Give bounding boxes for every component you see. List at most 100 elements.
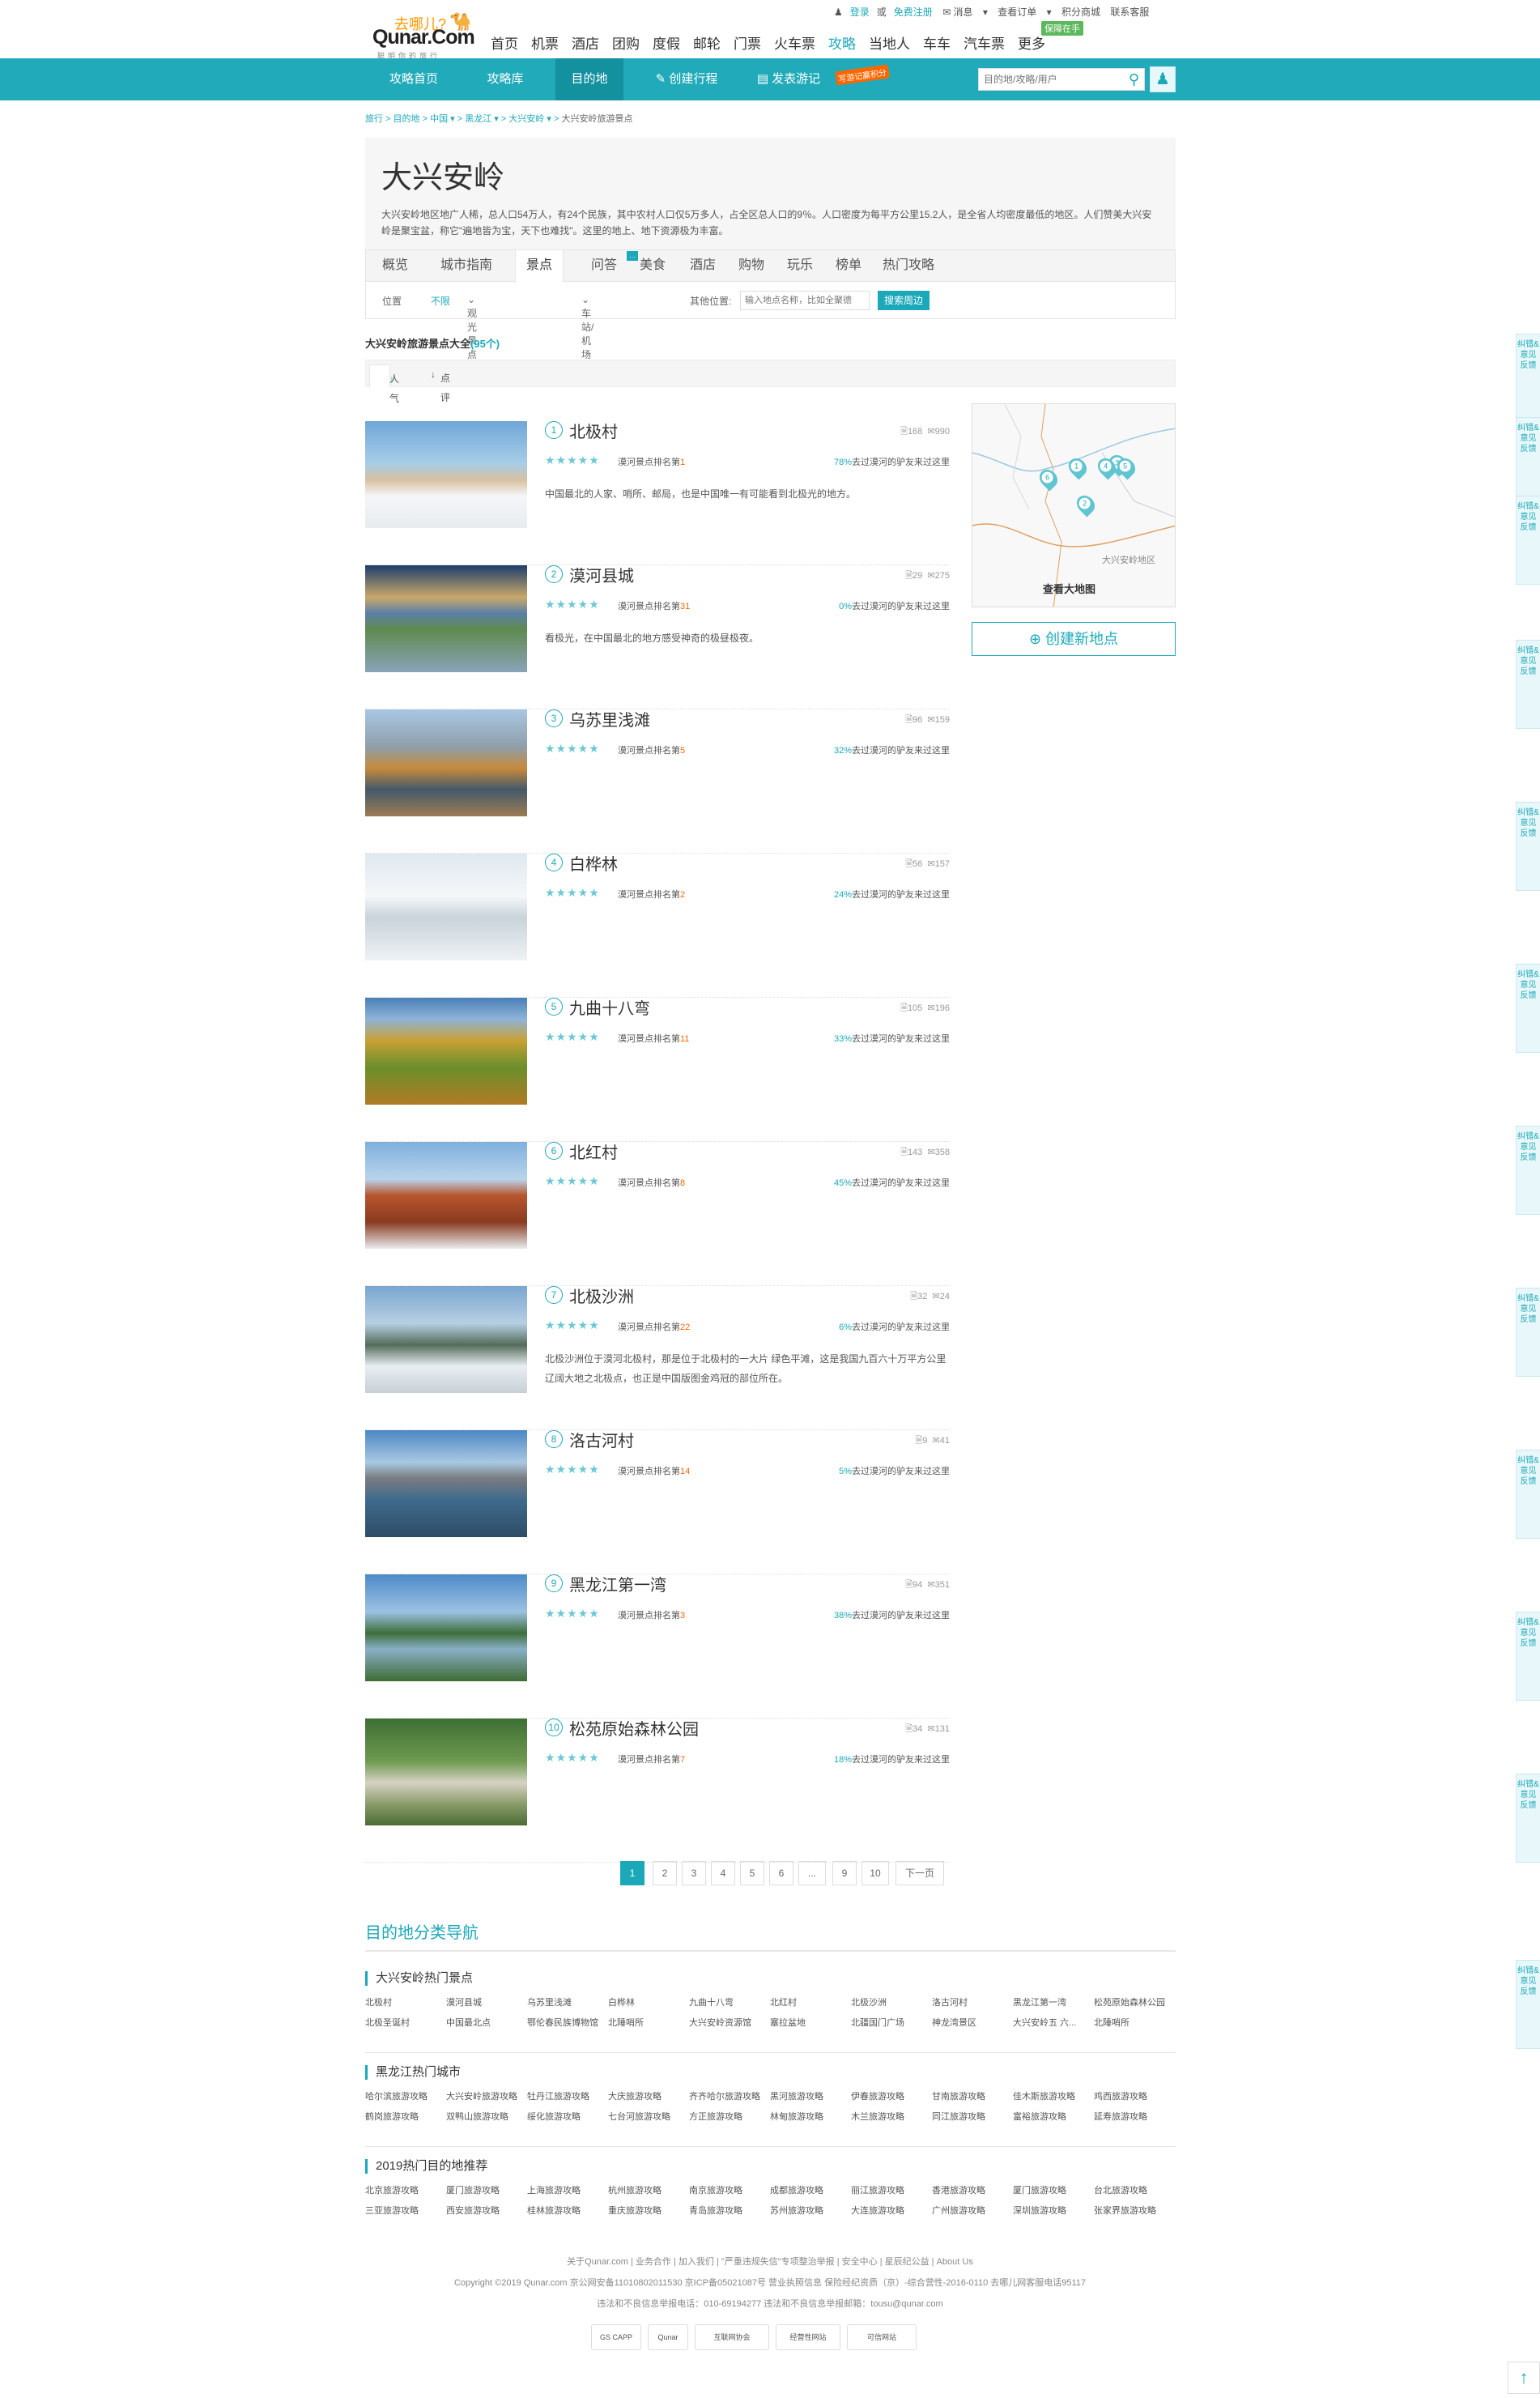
dest-nav-link[interactable]: 上海旅游攻略 <box>527 2183 606 2196</box>
dest-nav-link[interactable]: 乌苏里浅滩 <box>527 1995 606 2008</box>
dest-nav-link[interactable]: 中国最北点 <box>446 2016 525 2029</box>
dest-nav-link[interactable]: 香港旅游攻略 <box>932 2183 1011 2196</box>
dest-nav-link[interactable]: 牡丹江旅游攻略 <box>527 2089 606 2102</box>
dest-nav-link[interactable]: 北京旅游攻略 <box>365 2183 445 2196</box>
dest-nav-link[interactable]: 方正旅游攻略 <box>689 2110 768 2123</box>
nav-item[interactable]: 火车票 <box>774 32 815 53</box>
feedback-tab[interactable]: 纠错&意见反馈 <box>1516 496 1540 585</box>
orders-link[interactable]: 查看订单 ▾ <box>998 5 1051 19</box>
nav-item[interactable]: 攻略 <box>828 32 856 53</box>
tab-overview[interactable]: 概览 <box>372 250 418 281</box>
dest-nav-link[interactable]: 北陲哨所 <box>1094 2016 1173 2029</box>
nav-item[interactable]: 门票 <box>734 32 761 53</box>
dest-nav-link[interactable]: 台北旅游攻略 <box>1094 2183 1173 2196</box>
service-link[interactable]: 联系客服 <box>1110 5 1149 19</box>
dest-nav-link[interactable]: 双鸭山旅游攻略 <box>446 2110 525 2123</box>
dest-nav-link[interactable]: 神龙湾景区 <box>932 2016 1011 2029</box>
sort-popularity[interactable]: 人气 ↓ <box>369 364 399 404</box>
feedback-tab[interactable]: 纠错&意见反馈 <box>1516 964 1540 1053</box>
feedback-tab[interactable]: 纠错&意见反馈 <box>1516 1612 1540 1701</box>
footer-links[interactable]: 关于Qunar.com | 业务合作 | 加入我们 | "严重违规失信"专项整治… <box>0 2251 1540 2272</box>
dest-nav-link[interactable]: 桂林旅游攻略 <box>527 2204 606 2217</box>
create-place-button[interactable]: ⊕ 创建新地点 <box>972 622 1176 656</box>
feedback-tab[interactable]: 纠错&意见反馈 <box>1516 1288 1540 1377</box>
nav-item[interactable]: 当地人 <box>869 32 910 53</box>
subnav-destination[interactable]: 目的地 <box>555 58 623 100</box>
page-button[interactable]: 3 <box>682 1861 706 1885</box>
filter-scenic[interactable]: 观光景点 ⌄ <box>467 294 477 360</box>
page-button[interactable]: 5 <box>740 1861 764 1885</box>
nav-item[interactable]: 机票 <box>531 32 559 53</box>
dest-nav-link[interactable]: 延寿旅游攻略 <box>1094 2110 1173 2123</box>
dest-nav-link[interactable]: 北极村 <box>365 1995 445 2008</box>
sight-thumbnail[interactable] <box>365 1430 527 1537</box>
sight-name[interactable]: 九曲十八弯 <box>569 995 650 1019</box>
dest-nav-link[interactable]: 鹤岗旅游攻略 <box>365 2110 445 2123</box>
dest-nav-link[interactable]: 北红村 <box>770 1995 849 2008</box>
tab-fun[interactable]: 玩乐 <box>776 250 824 281</box>
dest-nav-link[interactable]: 北疆国门广场 <box>851 2016 930 2029</box>
feedback-tab[interactable]: 纠错&意见反馈 <box>1516 334 1540 423</box>
points-mall-link[interactable]: 积分商城 <box>1061 5 1100 19</box>
feedback-tab[interactable]: 纠错&意见反馈 <box>1516 1450 1540 1539</box>
dest-nav-link[interactable]: 甘南旅游攻略 <box>932 2089 1011 2102</box>
dest-nav-link[interactable]: 洛古河村 <box>932 1995 1011 2008</box>
dest-nav-link[interactable]: 同江旅游攻略 <box>932 2110 1011 2123</box>
tab-city-guide[interactable]: 城市指南 <box>428 250 505 281</box>
view-big-map-link[interactable]: 查看大地图 <box>1043 581 1095 596</box>
dest-nav-link[interactable]: 黑河旅游攻略 <box>770 2089 849 2102</box>
page-button[interactable]: 6 <box>769 1861 793 1885</box>
dest-nav-link[interactable]: 塞拉盆地 <box>770 2016 849 2029</box>
sight-name[interactable]: 白桦林 <box>569 851 618 875</box>
subnav-guide-library[interactable]: 攻略库 <box>462 58 548 100</box>
dest-nav-link[interactable]: 三亚旅游攻略 <box>365 2204 445 2217</box>
dest-nav-link[interactable]: 大兴安岭资源馆 <box>689 2016 768 2029</box>
dest-nav-link[interactable]: 绥化旅游攻略 <box>527 2110 606 2123</box>
dest-nav-link[interactable]: 鄂伦春民族博物馆 <box>527 2016 606 2029</box>
dest-nav-link[interactable]: 黑龙江第一湾 <box>1013 1995 1092 2008</box>
next-page-button[interactable]: 下一页 <box>895 1861 944 1885</box>
dest-nav-link[interactable]: 西安旅游攻略 <box>446 2204 525 2217</box>
dest-nav-link[interactable]: 佳木斯旅游攻略 <box>1013 2089 1092 2102</box>
tab-sights[interactable]: 景点 <box>515 250 564 283</box>
nav-item[interactable]: 团购 <box>612 32 640 53</box>
page-button[interactable]: 10 <box>861 1861 889 1885</box>
sight-name[interactable]: 洛古河村 <box>569 1428 634 1451</box>
crumb-travel[interactable]: 旅行 <box>365 112 383 125</box>
dest-nav-link[interactable]: 成都旅游攻略 <box>770 2183 849 2196</box>
page-button[interactable]: ... <box>798 1861 826 1885</box>
tab-ranking[interactable]: 榜单 <box>824 250 873 281</box>
back-to-top-button[interactable]: ↑ <box>1508 2362 1540 2394</box>
dest-nav-link[interactable]: 南京旅游攻略 <box>689 2183 768 2196</box>
feedback-tab[interactable]: 纠错&意见反馈 <box>1516 417 1540 506</box>
dest-nav-link[interactable]: 大庆旅游攻略 <box>608 2089 687 2102</box>
nav-item[interactable]: 邮轮 <box>693 32 721 53</box>
dest-nav-link[interactable]: 苏州旅游攻略 <box>770 2204 849 2217</box>
sights-map[interactable]: 1 2 3 4 5 6 大兴安岭地区 查看大地图 <box>972 403 1176 607</box>
feedback-tab[interactable]: 纠错&意见反馈 <box>1516 1126 1540 1215</box>
feedback-tab[interactable]: 纠错&意见反馈 <box>1516 640 1540 729</box>
nearby-search-input[interactable] <box>740 291 870 310</box>
filter-any[interactable]: 不限 <box>431 294 450 308</box>
sight-name[interactable]: 北极村 <box>569 419 618 442</box>
sort-reviews[interactable]: 点评 ↓ <box>421 364 450 403</box>
search-icon[interactable]: ⚲ <box>1129 71 1139 88</box>
sight-name[interactable]: 漠河县城 <box>569 563 634 586</box>
search-input[interactable] <box>979 69 1117 90</box>
register-link[interactable]: 免费注册 <box>894 5 933 19</box>
dest-nav-link[interactable]: 七台河旅游攻略 <box>608 2110 687 2123</box>
dest-nav-link[interactable]: 齐齐哈尔旅游攻略 <box>689 2089 768 2102</box>
dest-nav-link[interactable]: 漠河县城 <box>446 1995 525 2008</box>
nav-item[interactable]: 车车 <box>923 32 951 53</box>
dest-nav-link[interactable]: 丽江旅游攻略 <box>851 2183 930 2196</box>
dest-nav-link[interactable]: 林甸旅游攻略 <box>770 2110 849 2123</box>
dest-nav-link[interactable]: 广州旅游攻略 <box>932 2204 1011 2217</box>
dest-nav-link[interactable]: 伊春旅游攻略 <box>851 2089 930 2102</box>
certification-badge[interactable]: Qunar <box>648 2324 688 2350</box>
tab-qa[interactable]: 问答 <box>580 250 628 281</box>
sight-thumbnail[interactable] <box>365 998 527 1105</box>
dest-nav-link[interactable]: 青岛旅游攻略 <box>689 2204 768 2217</box>
sight-name[interactable]: 黑龙江第一湾 <box>569 1572 666 1595</box>
sight-thumbnail[interactable] <box>365 1719 527 1825</box>
sight-thumbnail[interactable] <box>365 565 527 672</box>
